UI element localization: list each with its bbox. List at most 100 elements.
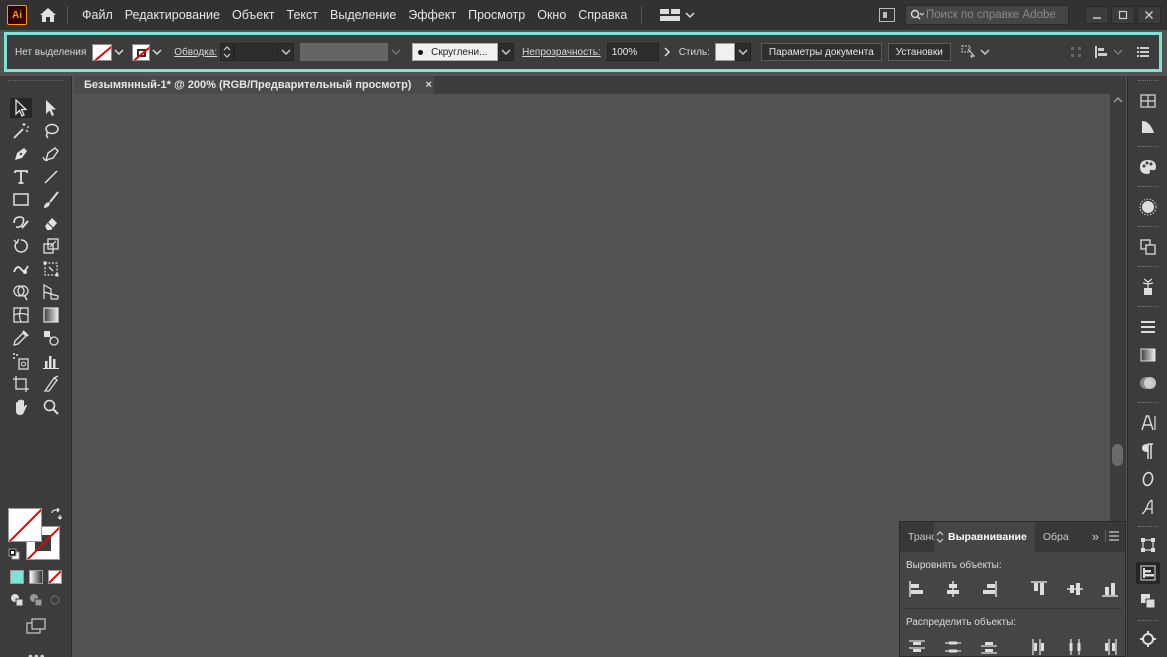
eraser-tool-icon[interactable]: [40, 213, 62, 233]
rectangle-tool-icon[interactable]: [10, 190, 32, 210]
symbols-icon[interactable]: [1136, 276, 1160, 298]
shape-builder-tool-icon[interactable]: [10, 282, 32, 302]
panel-menu-icon[interactable]: [1137, 47, 1149, 57]
gradient-mode-button[interactable]: [29, 570, 43, 584]
links-gear-icon[interactable]: [1136, 628, 1160, 650]
distribute-left-icon[interactable]: [1030, 638, 1048, 656]
stroke-color-swatch[interactable]: [132, 43, 151, 61]
change-screen-mode-icon[interactable]: [26, 618, 46, 637]
shaper-tool-icon[interactable]: [10, 213, 32, 233]
distribute-horizontal-center-icon[interactable]: [1066, 638, 1084, 656]
eyedropper-tool-icon[interactable]: [10, 328, 32, 348]
menu-help[interactable]: Справка: [572, 8, 633, 22]
fill-dropdown-chevron-icon[interactable]: [112, 44, 126, 61]
menu-effect[interactable]: Эффект: [402, 8, 462, 22]
variable-width-dropdown[interactable]: [388, 43, 405, 61]
dock-grip[interactable]: [1138, 526, 1158, 529]
default-fill-stroke-icon[interactable]: [8, 548, 20, 563]
menu-window[interactable]: Окно: [531, 8, 572, 22]
edit-toolbar-icon[interactable]: •••: [28, 648, 46, 657]
menu-file[interactable]: Файл: [76, 8, 119, 22]
dock-grip[interactable]: [1138, 620, 1158, 623]
graphic-style-swatch[interactable]: [714, 43, 735, 61]
paragraph-icon[interactable]: [1136, 440, 1160, 462]
draw-normal-icon[interactable]: [10, 593, 24, 607]
symbol-sprayer-tool-icon[interactable]: [10, 351, 32, 371]
color-mode-button[interactable]: [10, 570, 24, 584]
menu-select[interactable]: Выделение: [324, 8, 402, 22]
rotate-tool-icon[interactable]: [10, 236, 32, 256]
fill-swatch[interactable]: [8, 508, 42, 542]
opacity-label[interactable]: Непрозрачность:: [522, 47, 601, 58]
panel-grip[interactable]: [8, 80, 64, 83]
maximize-button[interactable]: [1111, 6, 1135, 24]
blend-tool-icon[interactable]: [40, 328, 62, 348]
dock-grip[interactable]: [1138, 146, 1158, 149]
select-similar-group[interactable]: [961, 45, 990, 59]
align-left-icon[interactable]: [908, 580, 926, 598]
align-options-icon[interactable]: [1094, 46, 1110, 58]
column-graph-tool-icon[interactable]: [40, 351, 62, 371]
document-setup-button[interactable]: Параметры документа: [760, 43, 882, 61]
pathfinder-panel-icon[interactable]: [1136, 590, 1160, 612]
opacity-flyout-chevron-icon[interactable]: [661, 44, 675, 61]
dock-grip[interactable]: [1138, 402, 1158, 405]
selection-tool-icon[interactable]: [10, 98, 32, 118]
paintbrush-tool-icon[interactable]: [40, 190, 62, 210]
panel-menu-icon[interactable]: [1105, 530, 1119, 542]
appearance-icon[interactable]: [1136, 196, 1160, 218]
gradient-panel-icon[interactable]: [1136, 344, 1160, 366]
dock-grip[interactable]: [1138, 226, 1158, 229]
zoom-tool-icon[interactable]: [40, 397, 62, 417]
fill-color-swatch[interactable]: [92, 43, 113, 61]
tab-align[interactable]: Выравнивание: [934, 522, 1035, 552]
direct-selection-tool-icon[interactable]: [40, 98, 62, 118]
draw-inside-icon[interactable]: [48, 593, 62, 607]
variable-width-profile[interactable]: [300, 43, 389, 61]
menu-object[interactable]: Объект: [226, 8, 281, 22]
align-horizontal-center-icon[interactable]: [944, 580, 962, 598]
arrange-documents-icon[interactable]: [879, 8, 895, 22]
curvature-tool-icon[interactable]: [40, 144, 62, 164]
scroll-up-icon[interactable]: [1113, 96, 1123, 104]
home-icon[interactable]: [37, 4, 59, 26]
properties-icon[interactable]: [1136, 116, 1160, 138]
stroke-weight-input[interactable]: [234, 43, 279, 61]
menu-view[interactable]: Просмотр: [462, 8, 531, 22]
pathfinder-icon[interactable]: [1136, 236, 1160, 258]
transform-grid-icon[interactable]: [1070, 46, 1082, 58]
stroke-panel-icon[interactable]: [1136, 316, 1160, 338]
type-tool-icon[interactable]: [10, 167, 32, 187]
align-panel-icon[interactable]: [1136, 562, 1160, 584]
distribute-bottom-icon[interactable]: [980, 638, 998, 656]
align-right-icon[interactable]: [980, 580, 998, 598]
lasso-tool-icon[interactable]: [40, 121, 62, 141]
none-mode-button[interactable]: [48, 570, 62, 584]
close-window-button[interactable]: [1137, 6, 1161, 24]
dock-grip[interactable]: [1138, 186, 1158, 189]
stroke-weight-label[interactable]: Обводка:: [174, 47, 217, 58]
graphic-style-dropdown[interactable]: [734, 43, 751, 61]
menu-edit[interactable]: Редактирование: [119, 8, 226, 22]
perspective-grid-tool-icon[interactable]: [40, 282, 62, 302]
pen-tool-icon[interactable]: [10, 144, 32, 164]
scroll-thumb[interactable]: [1112, 444, 1123, 466]
brush-definition-field[interactable]: Скруглени...: [412, 43, 499, 61]
distribute-vertical-center-icon[interactable]: [944, 638, 962, 656]
character-icon[interactable]: [1136, 412, 1160, 434]
distribute-top-icon[interactable]: [908, 638, 926, 656]
transform-panel-icon[interactable]: [1136, 534, 1160, 556]
align-vertical-center-icon[interactable]: [1066, 580, 1084, 598]
workspace-switcher[interactable]: [660, 9, 696, 21]
minimize-button[interactable]: [1085, 6, 1109, 24]
artboard-tool-icon[interactable]: [10, 374, 32, 394]
line-segment-tool-icon[interactable]: [40, 167, 62, 187]
magic-wand-tool-icon[interactable]: [10, 121, 32, 141]
align-top-icon[interactable]: [1030, 580, 1048, 598]
menu-type[interactable]: Текст: [281, 8, 324, 22]
tab-transform[interactable]: Транс: [900, 522, 934, 552]
glyphs-icon[interactable]: [1136, 496, 1160, 518]
align-bottom-icon[interactable]: [1101, 580, 1119, 598]
transparency-icon[interactable]: [1136, 372, 1160, 394]
warp-tool-icon[interactable]: [10, 259, 32, 279]
